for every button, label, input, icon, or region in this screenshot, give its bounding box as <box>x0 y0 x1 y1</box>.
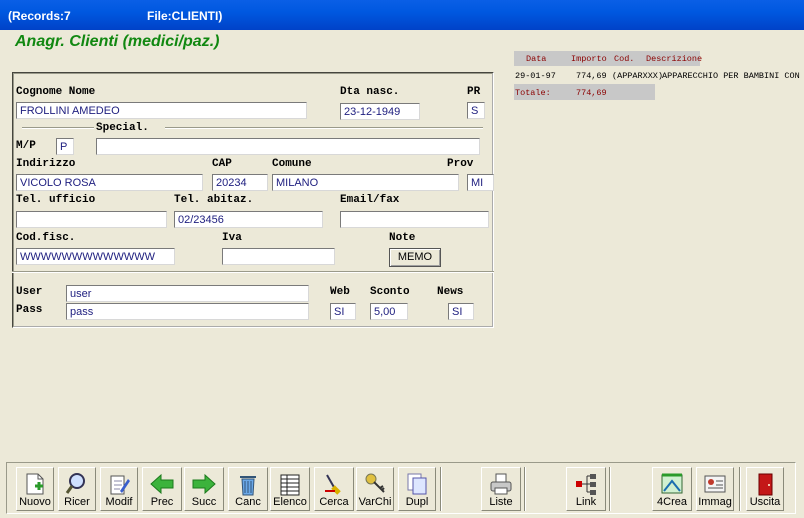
memo-button[interactable]: MEMO <box>389 248 441 267</box>
user-label: User <box>16 286 43 298</box>
indirizzo-field[interactable]: VICOLO ROSA <box>16 174 203 191</box>
grid-cell-cod: (APPARXXX) <box>612 71 664 81</box>
printer-icon <box>490 473 512 495</box>
toolbar-separator <box>440 467 442 511</box>
search-icon <box>65 473 85 494</box>
comune-label: Comune <box>272 158 312 170</box>
arrow-right-icon <box>192 473 216 495</box>
tel-ufficio-label: Tel. ufficio <box>16 194 96 206</box>
indirizzo-label: Indirizzo <box>16 158 76 170</box>
immag-button[interactable]: Immag <box>696 467 734 511</box>
cap-label: CAP <box>212 158 232 170</box>
grid-total-label: Totale: <box>515 88 551 98</box>
link-button[interactable]: Link <box>566 467 606 511</box>
iva-field[interactable] <box>222 248 335 265</box>
modif-button[interactable]: Modif <box>100 467 138 511</box>
web-label: Web <box>330 286 350 298</box>
grid-header-descrizione[interactable]: Descrizione <box>646 54 702 64</box>
special-line-left <box>22 127 94 129</box>
tel-ufficio-field[interactable] <box>16 211 167 228</box>
exit-door-icon <box>758 473 773 496</box>
liste-button[interactable]: Liste <box>481 467 521 511</box>
cerca-button[interactable]: Cerca <box>314 467 354 511</box>
uscita-button[interactable]: Uscita <box>746 467 784 511</box>
email-fax-label: Email/fax <box>340 194 400 206</box>
pass-field[interactable]: pass <box>66 303 309 320</box>
news-label: News <box>437 286 464 298</box>
image-icon <box>704 475 726 493</box>
records-count: (Records:7 <box>8 9 71 23</box>
email-fax-field[interactable] <box>340 211 489 228</box>
toolbar-separator <box>609 467 611 511</box>
prov-field[interactable]: MI <box>467 174 494 191</box>
form-heading: Anagr. Clienti (medici/paz.) <box>15 33 220 50</box>
prec-button[interactable]: Prec <box>142 467 182 511</box>
grid-header-cod[interactable]: Cod. <box>614 54 634 64</box>
4crea-button[interactable]: 4Crea <box>652 467 692 511</box>
tel-abitaz-field[interactable]: 02/23456 <box>174 211 323 228</box>
dta-nasc-field[interactable]: 23-12-1949 <box>340 103 420 120</box>
title-bar: (Records:7 File:CLIENTI) <box>0 0 804 30</box>
create-icon <box>661 473 683 494</box>
link-icon <box>576 474 596 495</box>
toolbar-separator <box>524 467 526 511</box>
varchi-button[interactable]: VarChi <box>356 467 394 511</box>
file-name: File:CLIENTI) <box>147 9 223 23</box>
cod-fisc-label: Cod.fisc. <box>16 232 76 244</box>
mp-label: M/P <box>16 140 36 152</box>
dta-nasc-label: Dta nasc. <box>340 86 400 98</box>
prov-label: Prov <box>447 158 474 170</box>
arrow-left-icon <box>150 473 174 495</box>
pass-label: Pass <box>16 304 43 316</box>
trash-icon <box>240 476 256 496</box>
user-field[interactable]: user <box>66 285 309 302</box>
iva-label: Iva <box>222 232 242 244</box>
new-doc-icon <box>26 473 44 495</box>
nuovo-button[interactable]: Nuovo <box>16 467 54 511</box>
grid-cell-data: 29-01-97 <box>515 71 556 81</box>
list-icon <box>280 474 300 496</box>
ricer-button[interactable]: Ricer <box>58 467 96 511</box>
grid-total-value: 774,69 <box>576 88 607 98</box>
comune-field[interactable]: MILANO <box>272 174 459 191</box>
canc-button[interactable]: Canc <box>228 467 268 511</box>
special-label: Special. <box>96 122 149 134</box>
sconto-field[interactable]: 5,00 <box>370 303 408 320</box>
succ-button[interactable]: Succ <box>184 467 224 511</box>
pr-label: PR <box>467 86 481 98</box>
find-icon <box>325 474 341 495</box>
web-field[interactable]: SI <box>330 303 356 320</box>
cap-field[interactable]: 20234 <box>212 174 268 191</box>
special-field[interactable] <box>96 138 480 155</box>
cod-fisc-field[interactable]: WWWWWWWWWWWWW <box>16 248 175 265</box>
cognome-nome-field[interactable]: FROLLINI AMEDEO <box>16 102 307 119</box>
cognome-nome-label: Cognome Nome <box>16 86 96 98</box>
pr-field[interactable]: S <box>467 102 485 119</box>
mp-field[interactable]: P <box>56 138 74 155</box>
dupl-button[interactable]: Dupl <box>398 467 436 511</box>
news-field[interactable]: SI <box>448 303 474 320</box>
special-line-right <box>165 127 483 129</box>
note-label: Note <box>389 232 416 244</box>
panel-divider <box>12 271 494 273</box>
grid-cell-desc: APPARECCHIO PER BAMBINI CON <box>662 71 800 81</box>
grid-cell-importo: 774,69 <box>576 71 607 81</box>
grid-header-importo[interactable]: Importo <box>571 54 607 64</box>
grid-header-data[interactable]: Data <box>526 54 546 64</box>
elenco-button[interactable]: Elenco <box>270 467 310 511</box>
tel-abitaz-label: Tel. abitaz. <box>174 194 254 206</box>
keys-icon <box>365 473 385 493</box>
sconto-label: Sconto <box>370 286 410 298</box>
duplicate-icon <box>407 473 427 495</box>
edit-icon <box>110 475 130 495</box>
toolbar-separator <box>739 467 741 511</box>
